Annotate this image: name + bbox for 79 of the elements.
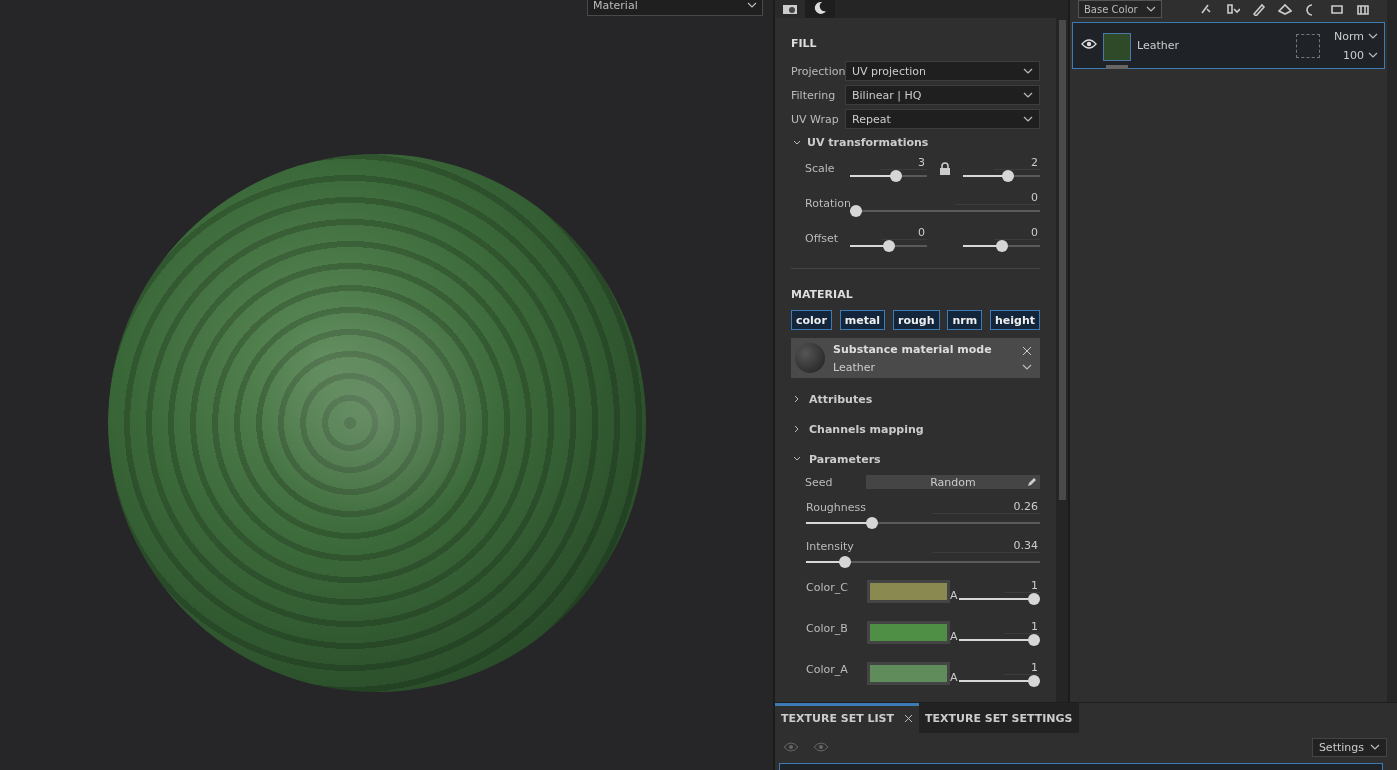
caret-icon (1368, 52, 1378, 58)
caret-icon (1368, 33, 1378, 39)
value-readout: 0.34 (932, 539, 1040, 553)
toolbar-icon[interactable] (1329, 2, 1344, 16)
caret-icon (1145, 6, 1156, 12)
value-readout: 0 (880, 225, 927, 240)
material-mode-title: Substance material mode (833, 342, 993, 356)
panel-tab[interactable] (775, 0, 805, 18)
channel-toggle[interactable]: height (989, 310, 1040, 330)
value-readout: 3 (880, 155, 927, 170)
crescent-icon (813, 1, 827, 15)
panel-tab[interactable]: TEXTURE SET SETTINGS (919, 703, 1079, 733)
caret-icon (1023, 116, 1033, 122)
toolbar-icon[interactable] (1355, 2, 1370, 16)
channel-toggle[interactable]: rough (892, 310, 940, 330)
opacity-dropdown[interactable]: 100 (1343, 48, 1378, 62)
settings-dropdown[interactable]: Settings (1311, 737, 1387, 757)
alpha-label: A (950, 589, 958, 602)
material-ball-icon (795, 343, 825, 373)
section-header[interactable]: UV transformations (793, 136, 1040, 149)
alpha-label: A (950, 671, 958, 684)
material-card[interactable]: Substance material mode Leather (791, 338, 1040, 378)
field-label: Color_A (806, 663, 849, 676)
layer-row[interactable]: Leather Norm 100 (1072, 22, 1385, 69)
field-label: Color_B (806, 622, 849, 635)
slider-thumb[interactable] (850, 204, 862, 217)
value-readout: 2 (993, 155, 1040, 170)
field-label: Projection (791, 64, 845, 78)
field-label: Rotation (805, 197, 850, 210)
value-readout: 0 (993, 225, 1040, 240)
material-name: Leather (833, 360, 877, 374)
scrollbar-thumb[interactable] (1058, 20, 1066, 500)
panel-tab[interactable] (805, 0, 835, 18)
chevron-down-icon (793, 138, 801, 147)
caret-icon (1022, 364, 1032, 370)
caret-icon (747, 2, 757, 8)
toolbar-icon[interactable] (1251, 2, 1266, 16)
toolbar-icon[interactable] (1225, 2, 1240, 16)
close-icon[interactable] (1022, 346, 1032, 356)
field-label: Filtering (791, 88, 837, 102)
dropdown[interactable]: UV projection (845, 61, 1040, 81)
caret-icon (1370, 744, 1380, 750)
lock-icon[interactable] (939, 162, 951, 175)
field-label: Scale (805, 162, 836, 175)
caret-icon (1023, 92, 1033, 98)
toolbar-icon[interactable] (1277, 2, 1292, 16)
value-readout: 0.26 (932, 500, 1040, 514)
chevron-right-icon (793, 425, 801, 433)
alpha-label: A (950, 630, 958, 643)
view-mode-dropdown[interactable]: Material (587, 0, 763, 16)
section-title: MATERIAL (791, 288, 854, 301)
camera-gear-icon (782, 3, 798, 15)
layer-thumbnail (1103, 32, 1131, 61)
mask-slot[interactable] (1296, 33, 1320, 58)
layer-name: Leather (1137, 39, 1181, 52)
section-header[interactable]: Attributes (791, 384, 1040, 414)
pencil-icon (1027, 477, 1037, 487)
caret-icon (1023, 68, 1033, 74)
field-label: Offset (805, 232, 840, 245)
channel-toggle[interactable]: nrm (947, 310, 983, 330)
chevron-right-icon (793, 395, 801, 403)
section-header[interactable]: Channels mapping (791, 414, 1040, 444)
section-title: FILL (791, 37, 818, 50)
dropdown[interactable]: Bilinear | HQ (845, 85, 1040, 105)
channel-toggle[interactable]: metal (839, 310, 886, 330)
value-readout: 0 (954, 190, 1040, 205)
dropdown[interactable]: Repeat (845, 109, 1040, 129)
field-label: Color_C (806, 581, 849, 594)
field-label: UV Wrap (791, 112, 840, 126)
channel-toggle[interactable]: color (791, 310, 832, 330)
chevron-down-icon (793, 455, 801, 463)
close-icon[interactable] (904, 713, 914, 723)
field-label: Seed (805, 475, 834, 489)
field-label: Intensity (806, 540, 854, 553)
channel-dropdown[interactable]: Base Color (1078, 0, 1162, 18)
field-label: Roughness (806, 501, 866, 514)
blend-mode-dropdown[interactable]: Norm (1334, 29, 1378, 43)
section-header[interactable]: Parameters (791, 444, 1040, 474)
random-seed-button[interactable]: Random (866, 475, 1040, 489)
